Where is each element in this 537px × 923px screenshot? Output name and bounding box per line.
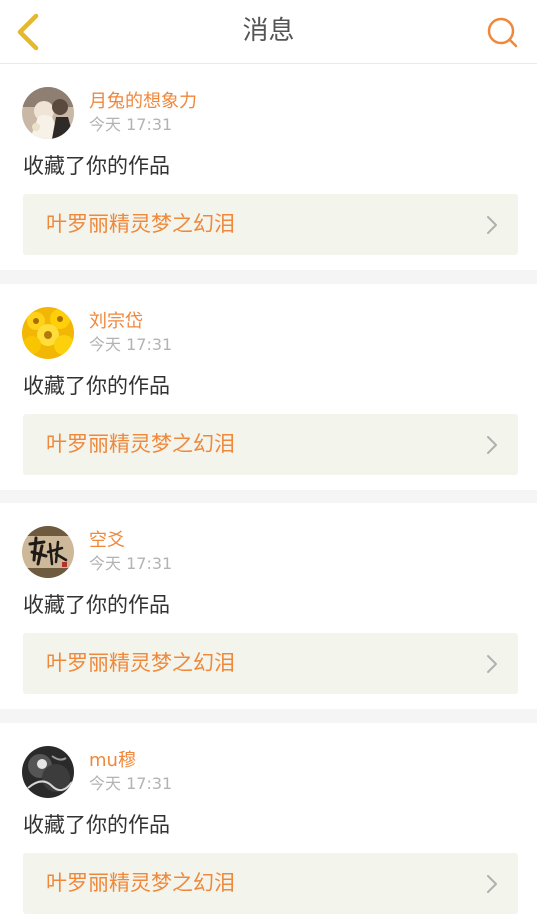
work-title: 叶罗丽精灵梦之幻泪 (46, 871, 235, 895)
avatar-photo-bride-icon (22, 87, 74, 139)
search-icon (487, 17, 518, 48)
work-link[interactable]: 叶罗丽精灵梦之幻泪 (23, 633, 518, 694)
page-title: 消息 (242, 16, 295, 46)
username[interactable]: mu穆 (89, 750, 136, 772)
avatar-dark-ink-icon (22, 746, 74, 798)
message-card: mu穆 今天 17:31 收藏了你的作品 叶罗丽精灵梦之幻泪 (0, 723, 537, 923)
chevron-right-icon (487, 436, 497, 454)
username[interactable]: 刘宗岱 (89, 311, 143, 333)
app-root: 消息 月兔的想象力 今天 17:31 收藏了你的作品 叶罗丽精灵梦之幻泪 刘宗岱… (0, 0, 537, 923)
timestamp: 今天 17:31 (89, 115, 173, 134)
username[interactable]: 月兔的想象力 (89, 91, 197, 113)
avatar-calligraphy-icon (22, 526, 74, 578)
avatar[interactable] (22, 307, 74, 359)
action-text: 收藏了你的作品 (23, 813, 170, 837)
avatar[interactable] (22, 746, 74, 798)
timestamp: 今天 17:31 (89, 774, 173, 793)
top-bar: 消息 (0, 0, 537, 64)
message-card: 空爻 今天 17:31 收藏了你的作品 叶罗丽精灵梦之幻泪 (0, 503, 537, 709)
message-card: 月兔的想象力 今天 17:31 收藏了你的作品 叶罗丽精灵梦之幻泪 (0, 64, 537, 270)
chevron-right-icon (487, 875, 497, 893)
chevron-right-icon (487, 655, 497, 673)
timestamp: 今天 17:31 (89, 554, 173, 573)
work-title: 叶罗丽精灵梦之幻泪 (46, 651, 235, 675)
action-text: 收藏了你的作品 (23, 593, 170, 617)
message-card: 刘宗岱 今天 17:31 收藏了你的作品 叶罗丽精灵梦之幻泪 (0, 284, 537, 490)
work-title: 叶罗丽精灵梦之幻泪 (46, 212, 235, 236)
work-link[interactable]: 叶罗丽精灵梦之幻泪 (23, 853, 518, 914)
username[interactable]: 空爻 (89, 530, 125, 552)
avatar-sunflower-icon (22, 307, 74, 359)
chevron-right-icon (487, 216, 497, 234)
avatar[interactable] (22, 87, 74, 139)
avatar[interactable] (22, 526, 74, 578)
timestamp: 今天 17:31 (89, 335, 173, 354)
action-text: 收藏了你的作品 (23, 154, 170, 178)
action-text: 收藏了你的作品 (23, 374, 170, 398)
work-title: 叶罗丽精灵梦之幻泪 (46, 432, 235, 456)
search-button[interactable] (486, 16, 520, 50)
work-link[interactable]: 叶罗丽精灵梦之幻泪 (23, 194, 518, 255)
work-link[interactable]: 叶罗丽精灵梦之幻泪 (23, 414, 518, 475)
